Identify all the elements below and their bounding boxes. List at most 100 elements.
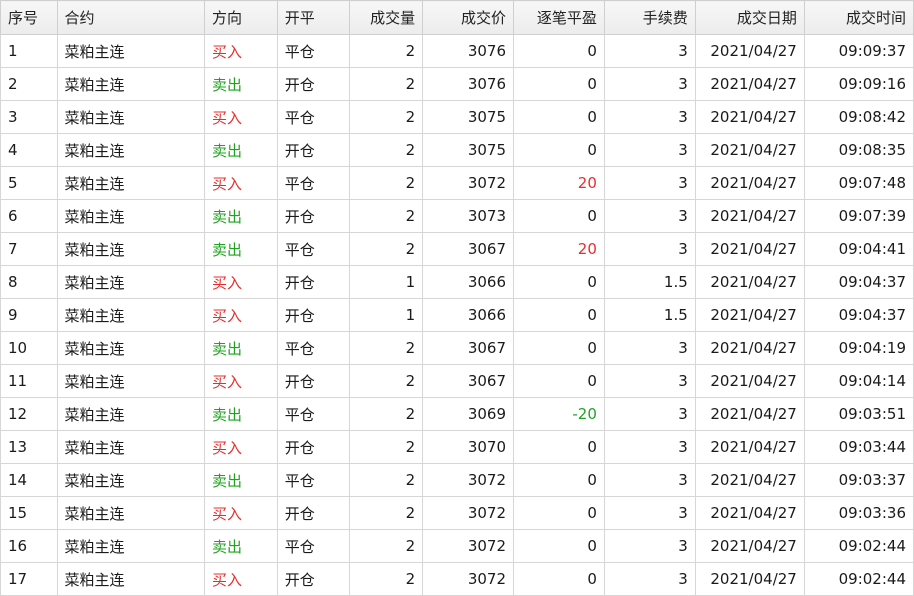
- table-row[interactable]: 2 菜粕主连 卖出 开仓 2 3076 0 3 2021/04/27 09:09:16: [0, 67, 914, 101]
- cell-direction: 卖出: [204, 67, 278, 101]
- column-header-contract[interactable]: 合约: [56, 0, 206, 35]
- cell-volume: 1: [349, 265, 424, 299]
- cell-contract: 菜粕主连: [56, 496, 206, 530]
- column-header-pnl[interactable]: 逐笔平盈: [513, 0, 605, 35]
- cell-price: 3066: [422, 265, 514, 299]
- table-header-row: 序号 合约 方向 开平 成交量 成交价 逐笔平盈 手续费 成交日期 成交时间: [0, 0, 914, 35]
- cell-date: 2021/04/27: [694, 430, 805, 464]
- table-body: 1 菜粕主连 买入 平仓 2 3076 0 3 2021/04/27 09:09:37 2 菜粕主连卖…: [0, 34, 914, 596]
- cell-date: 2021/04/27: [694, 133, 805, 167]
- cell-offset: 开仓: [276, 562, 351, 596]
- table-row[interactable]: 15 菜粕主连 买入 开仓 2 3072 0 3 2021/04/27 09:03:36: [0, 496, 914, 530]
- cell-direction: 买入: [204, 100, 278, 134]
- cell-time: 09:07:39: [803, 199, 914, 233]
- cell-price: 3072: [422, 562, 514, 596]
- column-header-direction[interactable]: 方向: [204, 0, 278, 35]
- cell-direction: 买入: [204, 265, 278, 299]
- cell-pnl: 0: [513, 34, 605, 68]
- cell-fee: 3: [603, 331, 696, 365]
- cell-contract: 菜粕主连: [56, 166, 206, 200]
- cell-time: 09:02:44: [803, 562, 914, 596]
- table-row[interactable]: 7 菜粕主连 卖出 平仓 2 3067 20 3 2021/04/27 09:04:41: [0, 232, 914, 266]
- cell-pnl: 0: [513, 463, 605, 497]
- cell-fee: 3: [603, 397, 696, 431]
- table-row[interactable]: 3 菜粕主连 买入 平仓 2 3075 0 3 2021/04/27 09:08:42: [0, 100, 914, 134]
- cell-price: 3067: [422, 232, 514, 266]
- cell-direction: 买入: [204, 34, 278, 68]
- table-row[interactable]: 17 菜粕主连 买入 开仓 2 3072 0 3 2021/04/27 09:02:44: [0, 562, 914, 596]
- cell-seq: 14: [0, 463, 58, 497]
- cell-offset: 开仓: [276, 430, 351, 464]
- cell-fee: 3: [603, 562, 696, 596]
- cell-offset: 开仓: [276, 199, 351, 233]
- table-row[interactable]: 4 菜粕主连 卖出 开仓 2 3075 0 3 2021/04/27 09:08:35: [0, 133, 914, 167]
- cell-offset: 开仓: [276, 298, 351, 332]
- cell-date: 2021/04/27: [694, 298, 805, 332]
- cell-price: 3066: [422, 298, 514, 332]
- cell-contract: 菜粕主连: [56, 265, 206, 299]
- cell-contract: 菜粕主连: [56, 34, 206, 68]
- cell-time: 09:09:16: [803, 67, 914, 101]
- table-row[interactable]: 13 菜粕主连 买入 开仓 2 3070 0 3 2021/04/27 09:03:44: [0, 430, 914, 464]
- cell-time: 09:04:37: [803, 265, 914, 299]
- table-row[interactable]: 14 菜粕主连 卖出 平仓 2 3072 0 3 2021/04/27 09:03:37: [0, 463, 914, 497]
- cell-pnl: 0: [513, 496, 605, 530]
- cell-volume: 2: [349, 463, 424, 497]
- cell-volume: 2: [349, 166, 424, 200]
- cell-pnl: 0: [513, 562, 605, 596]
- table-row[interactable]: 16 菜粕主连 卖出 平仓 2 3072 0 3 2021/04/27 09:02:44: [0, 529, 914, 563]
- cell-volume: 2: [349, 364, 424, 398]
- column-header-date[interactable]: 成交日期: [694, 0, 805, 35]
- column-header-time[interactable]: 成交时间: [803, 0, 914, 35]
- table-row[interactable]: 10 菜粕主连 卖出 平仓 2 3067 0 3 2021/04/27 09:04:19: [0, 331, 914, 365]
- cell-contract: 菜粕主连: [56, 133, 206, 167]
- cell-time: 09:04:41: [803, 232, 914, 266]
- cell-date: 2021/04/27: [694, 67, 805, 101]
- cell-contract: 菜粕主连: [56, 232, 206, 266]
- cell-direction: 卖出: [204, 331, 278, 365]
- cell-date: 2021/04/27: [694, 397, 805, 431]
- table-row[interactable]: 12 菜粕主连 卖出 平仓 2 3069 -20 3 2021/04/27 09:03:51: [0, 397, 914, 431]
- cell-contract: 菜粕主连: [56, 298, 206, 332]
- table-row[interactable]: 11 菜粕主连 买入 开仓 2 3067 0 3 2021/04/27 09:04:14: [0, 364, 914, 398]
- table-row[interactable]: 5 菜粕主连 买入 平仓 2 3072 20 3 2021/04/27 09:07:48: [0, 166, 914, 200]
- table-row[interactable]: 9 菜粕主连 买入 开仓 1 3066 0 1.5 2021/04/27 09:04:37: [0, 298, 914, 332]
- cell-time: 09:03:51: [803, 397, 914, 431]
- cell-price: 3072: [422, 496, 514, 530]
- cell-volume: 2: [349, 67, 424, 101]
- cell-direction: 买入: [204, 364, 278, 398]
- cell-direction: 买入: [204, 298, 278, 332]
- cell-fee: 3: [603, 166, 696, 200]
- cell-volume: 1: [349, 298, 424, 332]
- cell-direction: 卖出: [204, 529, 278, 563]
- cell-price: 3076: [422, 67, 514, 101]
- cell-offset: 开仓: [276, 67, 351, 101]
- cell-direction: 买入: [204, 430, 278, 464]
- cell-seq: 4: [0, 133, 58, 167]
- cell-direction: 卖出: [204, 232, 278, 266]
- cell-contract: 菜粕主连: [56, 67, 206, 101]
- cell-contract: 菜粕主连: [56, 430, 206, 464]
- cell-contract: 菜粕主连: [56, 364, 206, 398]
- cell-contract: 菜粕主连: [56, 397, 206, 431]
- cell-time: 09:04:37: [803, 298, 914, 332]
- column-header-seq[interactable]: 序号: [0, 0, 58, 35]
- column-header-offset[interactable]: 开平: [276, 0, 351, 35]
- table-row[interactable]: 6 菜粕主连 卖出 开仓 2 3073 0 3 2021/04/27 09:07:39: [0, 199, 914, 233]
- column-header-price[interactable]: 成交价: [422, 0, 514, 35]
- table-row[interactable]: 1 菜粕主连 买入 平仓 2 3076 0 3 2021/04/27 09:09:37: [0, 34, 914, 68]
- cell-pnl: 0: [513, 298, 605, 332]
- cell-seq: 9: [0, 298, 58, 332]
- cell-contract: 菜粕主连: [56, 463, 206, 497]
- cell-volume: 2: [349, 232, 424, 266]
- column-header-volume[interactable]: 成交量: [349, 0, 424, 35]
- cell-price: 3075: [422, 100, 514, 134]
- cell-fee: 3: [603, 199, 696, 233]
- table-row[interactable]: 8 菜粕主连 买入 开仓 1 3066 0 1.5 2021/04/27 09:04:37: [0, 265, 914, 299]
- cell-date: 2021/04/27: [694, 496, 805, 530]
- cell-date: 2021/04/27: [694, 265, 805, 299]
- cell-direction: 买入: [204, 562, 278, 596]
- cell-offset: 平仓: [276, 331, 351, 365]
- cell-price: 3072: [422, 529, 514, 563]
- column-header-fee[interactable]: 手续费: [603, 0, 696, 35]
